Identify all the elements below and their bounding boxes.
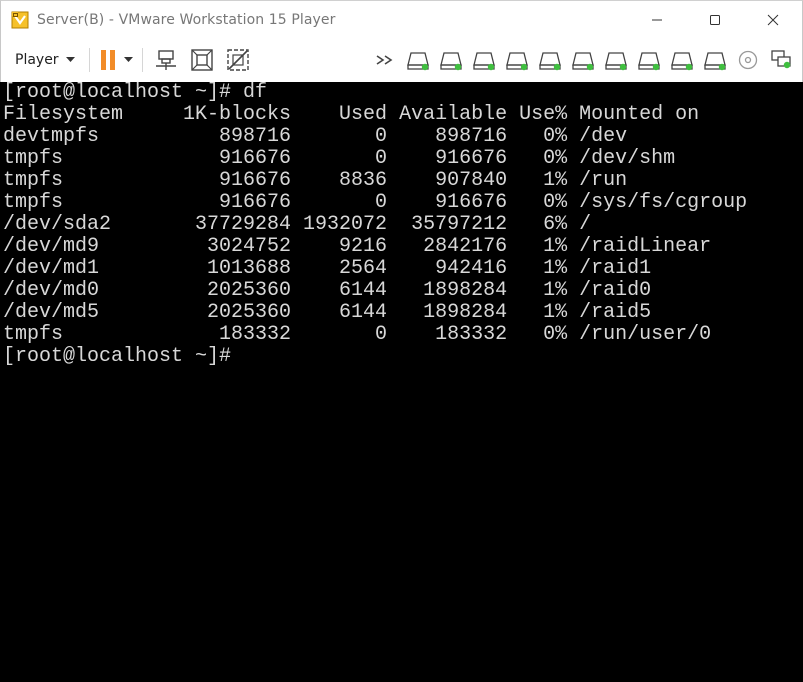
terminal-line: tmpfs 183332 0 183332 0% /run/user/0 bbox=[3, 323, 712, 346]
hard-disk-icon bbox=[704, 52, 726, 71]
more-devices-icon bbox=[376, 55, 393, 65]
hard-disk-device-4[interactable] bbox=[504, 47, 530, 73]
window-controls bbox=[628, 1, 802, 39]
terminal-line: tmpfs 916676 0 916676 0% /dev/shm bbox=[3, 147, 676, 170]
terminal-line: tmpfs 916676 8836 907840 1% /run bbox=[3, 169, 628, 192]
vmware-window: Server(B) - VMware Workstation 15 Player… bbox=[0, 0, 803, 682]
fit-window-icon bbox=[190, 49, 213, 71]
hard-disk-icon bbox=[539, 52, 561, 71]
chevron-down-icon bbox=[123, 57, 133, 62]
terminal-line: /dev/md9 3024752 9216 2842176 1% /raidLi… bbox=[3, 235, 712, 258]
unity-button[interactable] bbox=[221, 45, 255, 75]
window-title: Server(B) - VMware Workstation 15 Player bbox=[37, 11, 336, 28]
hard-disk-icon bbox=[572, 52, 594, 71]
send-ctrl-alt-del-button[interactable] bbox=[151, 45, 181, 75]
network-icon bbox=[771, 50, 791, 69]
hard-disk-device-1[interactable] bbox=[405, 47, 431, 73]
toolbar-divider bbox=[88, 48, 90, 72]
player-menu-button[interactable]: Player bbox=[15, 52, 75, 68]
fit-guest-button[interactable] bbox=[185, 45, 219, 75]
chevron-down-icon bbox=[65, 57, 75, 62]
player-menu-label: Player bbox=[15, 52, 59, 68]
send-keys-icon bbox=[155, 50, 176, 70]
hard-disk-device-7[interactable] bbox=[603, 47, 629, 73]
terminal-line: /dev/md5 2025360 6144 1898284 1% /raid5 bbox=[3, 301, 652, 324]
terminal-line: devtmpfs 898716 0 898716 0% /dev bbox=[3, 125, 628, 148]
unity-icon bbox=[226, 49, 249, 71]
hard-disk-icon bbox=[506, 52, 528, 71]
vm-console[interactable]: [root@localhost ~]# df Filesystem 1K-bloc… bbox=[0, 82, 803, 682]
minimize-icon bbox=[652, 19, 662, 21]
toolbar-divider bbox=[141, 48, 143, 72]
toolbar: Player bbox=[0, 38, 803, 82]
cd-dvd-device[interactable] bbox=[735, 47, 761, 73]
hard-disk-device-6[interactable] bbox=[570, 47, 596, 73]
close-button[interactable] bbox=[744, 1, 802, 39]
terminal-output: [root@localhost ~]# df Filesystem 1K-bloc… bbox=[0, 82, 803, 368]
hard-disk-device-3[interactable] bbox=[471, 47, 497, 73]
hard-disk-icon bbox=[407, 52, 429, 71]
terminal-prompt: [root@localhost ~]# bbox=[3, 345, 232, 368]
network-adapter-device[interactable] bbox=[768, 47, 794, 73]
maximize-icon bbox=[710, 15, 720, 25]
hard-disk-icon bbox=[605, 52, 627, 71]
terminal-line: [root@localhost ~]# df bbox=[3, 81, 268, 104]
hard-disk-icon bbox=[473, 52, 495, 71]
hard-disk-device-10[interactable] bbox=[702, 47, 728, 73]
hard-disk-icon bbox=[638, 52, 660, 71]
terminal-line: Filesystem 1K-blocks Used Available Use%… bbox=[3, 103, 700, 126]
hard-disk-device-8[interactable] bbox=[636, 47, 662, 73]
terminal-line: /dev/md1 1013688 2564 942416 1% /raid1 bbox=[3, 257, 652, 280]
close-icon bbox=[767, 14, 779, 26]
hard-disk-device-2[interactable] bbox=[438, 47, 464, 73]
minimize-button[interactable] bbox=[628, 1, 686, 39]
cd-icon bbox=[738, 50, 758, 70]
hard-disk-device-5[interactable] bbox=[537, 47, 563, 73]
pause-icon bbox=[100, 50, 115, 70]
hard-disk-device-9[interactable] bbox=[669, 47, 695, 73]
pause-button[interactable] bbox=[100, 45, 134, 75]
device-bar bbox=[372, 38, 794, 82]
terminal-line: /dev/sda2 37729284 1932072 35797212 6% / bbox=[3, 213, 592, 236]
hard-disk-icon bbox=[440, 52, 462, 71]
more-devices-button[interactable] bbox=[372, 47, 398, 73]
title-bar: Server(B) - VMware Workstation 15 Player bbox=[0, 0, 803, 38]
maximize-button[interactable] bbox=[686, 1, 744, 39]
vmware-player-icon bbox=[11, 11, 29, 28]
terminal-line: /dev/md0 2025360 6144 1898284 1% /raid0 bbox=[3, 279, 652, 302]
hard-disk-icon bbox=[671, 52, 693, 71]
terminal-line: tmpfs 916676 0 916676 0% /sys/fs/cgroup bbox=[3, 191, 748, 214]
